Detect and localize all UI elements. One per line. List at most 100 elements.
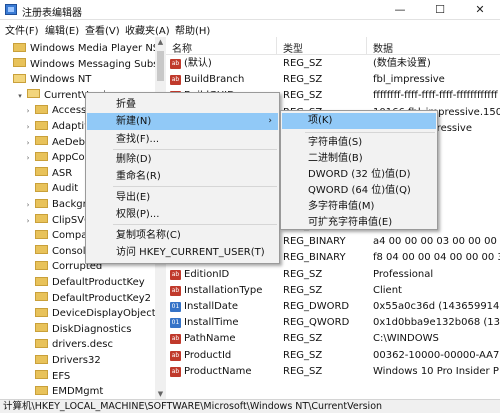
tree-item[interactable]: DefaultProductKey: [24, 275, 145, 291]
tree-item[interactable]: DiskDiagnostics: [24, 322, 132, 338]
expand-icon[interactable]: ›: [24, 135, 32, 151]
value-type: REG_QWORD: [283, 317, 350, 329]
value-type: REG_SZ: [283, 365, 323, 377]
column-divider[interactable]: [366, 37, 367, 55]
folder-icon: [35, 167, 48, 177]
tree-item[interactable]: Windows NT: [2, 72, 91, 88]
tree-item[interactable]: DeviceDisplayObjects: [24, 306, 161, 322]
folder-icon: [13, 42, 26, 52]
tree-item[interactable]: drivers.desc: [24, 337, 113, 353]
value-type: REG_SZ: [283, 58, 323, 69]
column-name[interactable]: 名称: [172, 40, 192, 55]
context-menu-copy-key-name-item[interactable]: 复制项名称(C): [87, 227, 278, 244]
menu-item-label: 折叠: [116, 99, 136, 110]
value-row[interactable]: ab ProductId REG_SZ 00362-10000-00000-AA73: [166, 348, 500, 364]
expand-icon[interactable]: ›: [24, 119, 32, 135]
submenu-binary-value-item[interactable]: 二进制值(B): [282, 151, 436, 167]
value-row[interactable]: ab InstallationType REG_SZ Client: [166, 283, 500, 299]
menu-favorites[interactable]: 收藏夹(A): [125, 22, 170, 37]
submenu-qword-value-item[interactable]: QWORD (64 位)值(Q): [282, 183, 436, 199]
value-name: (默认): [184, 58, 212, 69]
value-type: REG_SZ: [283, 349, 323, 361]
menu-view[interactable]: 查看(V): [85, 22, 120, 37]
scrollbar-thumb[interactable]: [157, 51, 164, 81]
value-type: REG_BINARY: [283, 236, 346, 248]
value-data: (数值未设置): [373, 58, 431, 69]
column-data[interactable]: 数据: [373, 40, 393, 55]
expand-icon[interactable]: ›: [24, 150, 32, 166]
value-name: InstallTime: [184, 317, 239, 329]
value-name: EditionID: [184, 268, 230, 280]
tree-item[interactable]: Windows Media Player NSS: [2, 41, 166, 57]
scroll-down-icon[interactable]: ▼: [156, 389, 165, 399]
value-data: 0x55a0c36d (1436599149): [373, 301, 500, 312]
tree-item[interactable]: Console: [24, 244, 92, 260]
submenu-multi-string-value-item[interactable]: 多字符串值(M): [282, 199, 436, 215]
tree-item-label: EMDMgmt: [52, 386, 104, 398]
value-data: 0x1d0bba9e132b068 (1306: [373, 317, 500, 329]
tree-item[interactable]: Drivers32: [24, 353, 101, 369]
value-data: fbl_impressive: [373, 74, 445, 86]
submenu-expandable-string-value-item[interactable]: 可扩充字符串值(E): [282, 215, 436, 231]
menu-file[interactable]: 文件(F): [5, 22, 39, 37]
minimize-button[interactable]: —: [380, 0, 420, 20]
tree-item[interactable]: › ClipSVC: [24, 213, 91, 229]
close-button[interactable]: ✕: [460, 0, 500, 20]
value-row[interactable]: ab EditionID REG_SZ Professional: [166, 267, 500, 283]
tree-item[interactable]: Windows Messaging Subsyste: [2, 57, 166, 73]
expand-icon[interactable]: ▾: [16, 88, 24, 104]
value-row[interactable]: ab PathName REG_SZ C:\WINDOWS: [166, 331, 500, 347]
context-menu-delete-item[interactable]: 删除(D): [87, 151, 278, 168]
string-value-icon: ab: [170, 285, 181, 296]
submenu-string-value-item[interactable]: 字符串值(S): [282, 135, 436, 151]
value-type: REG_SZ: [283, 333, 323, 345]
value-name: InstallationType: [184, 284, 263, 296]
tree-item[interactable]: EFS: [24, 369, 70, 385]
submenu-dword-value-item[interactable]: DWORD (32 位)值(D): [282, 167, 436, 183]
folder-icon: [35, 323, 48, 333]
value-row[interactable]: 01 InstallTime REG_QWORD 0x1d0bba9e132b068 …: [166, 315, 500, 331]
value-data: ffffffff-ffff-ffff-ffff-ffffffffffff: [373, 90, 498, 102]
folder-icon: [35, 136, 48, 146]
tree-item-label: Windows NT: [30, 74, 92, 86]
context-menu-collapse-item[interactable]: 折叠: [87, 96, 278, 113]
context-menu-rename-item[interactable]: 重命名(R): [87, 168, 278, 185]
binary-value-icon: 01: [170, 302, 181, 312]
submenu-key-item[interactable]: 项(K): [282, 113, 436, 129]
menu-separator: [305, 132, 435, 133]
column-divider[interactable]: [276, 37, 277, 55]
menu-help[interactable]: 帮助(H): [175, 22, 210, 37]
folder-icon: [35, 370, 48, 380]
value-data: C:\WINDOWS: [373, 333, 439, 345]
folder-icon: [35, 292, 48, 302]
context-menu-permissions-item[interactable]: 权限(P)...: [87, 206, 278, 223]
value-row[interactable]: ab ProductName REG_SZ Windows 10 Pro Inside…: [166, 364, 500, 380]
context-menu-export-item[interactable]: 导出(E): [87, 189, 278, 206]
context-menu-find-item[interactable]: 查找(F)...: [87, 131, 278, 148]
tree-item-label: Windows Messaging Subsyste: [30, 58, 166, 70]
tree-item[interactable]: EMDMgmt: [24, 384, 103, 399]
tree-item[interactable]: Audit: [24, 181, 78, 197]
maximize-button[interactable]: ☐: [420, 0, 460, 20]
menu-edit[interactable]: 编辑(E): [45, 22, 79, 37]
expand-icon[interactable]: ›: [24, 213, 32, 229]
value-row[interactable]: ab (默认) REG_SZ (数值未设置): [166, 56, 500, 72]
tree-item[interactable]: DefaultProductKey2: [24, 291, 151, 307]
tree-item-label: Windows Media Player NSS: [30, 43, 166, 54]
expand-icon[interactable]: ›: [24, 197, 32, 213]
value-type: REG_BINARY: [283, 252, 346, 264]
value-row[interactable]: 01 InstallDate REG_DWORD 0x55a0c36d (143659…: [166, 299, 500, 315]
context-menu-goto-hkcu-item[interactable]: 访问 HKEY_CURRENT_USER(T): [87, 244, 278, 261]
scroll-up-icon[interactable]: ▲: [156, 37, 165, 47]
expand-icon[interactable]: ›: [24, 103, 32, 119]
tree-item-label: DefaultProductKey: [52, 277, 145, 288]
status-bar: 计算机\HKEY_LOCAL_MACHINE\SOFTWARE\Microsof…: [0, 399, 500, 413]
value-row[interactable]: ab BuildBranch REG_SZ fbl_impressive: [166, 72, 500, 88]
value-data: Client: [373, 284, 402, 296]
context-menu-new-item[interactable]: 新建(N) ›: [87, 113, 278, 130]
value-name: PathName: [184, 333, 236, 345]
column-type[interactable]: 类型: [283, 40, 303, 55]
folder-icon: [35, 182, 48, 192]
tree-item[interactable]: ASR: [24, 166, 72, 182]
binary-value-icon: 01: [170, 318, 181, 329]
